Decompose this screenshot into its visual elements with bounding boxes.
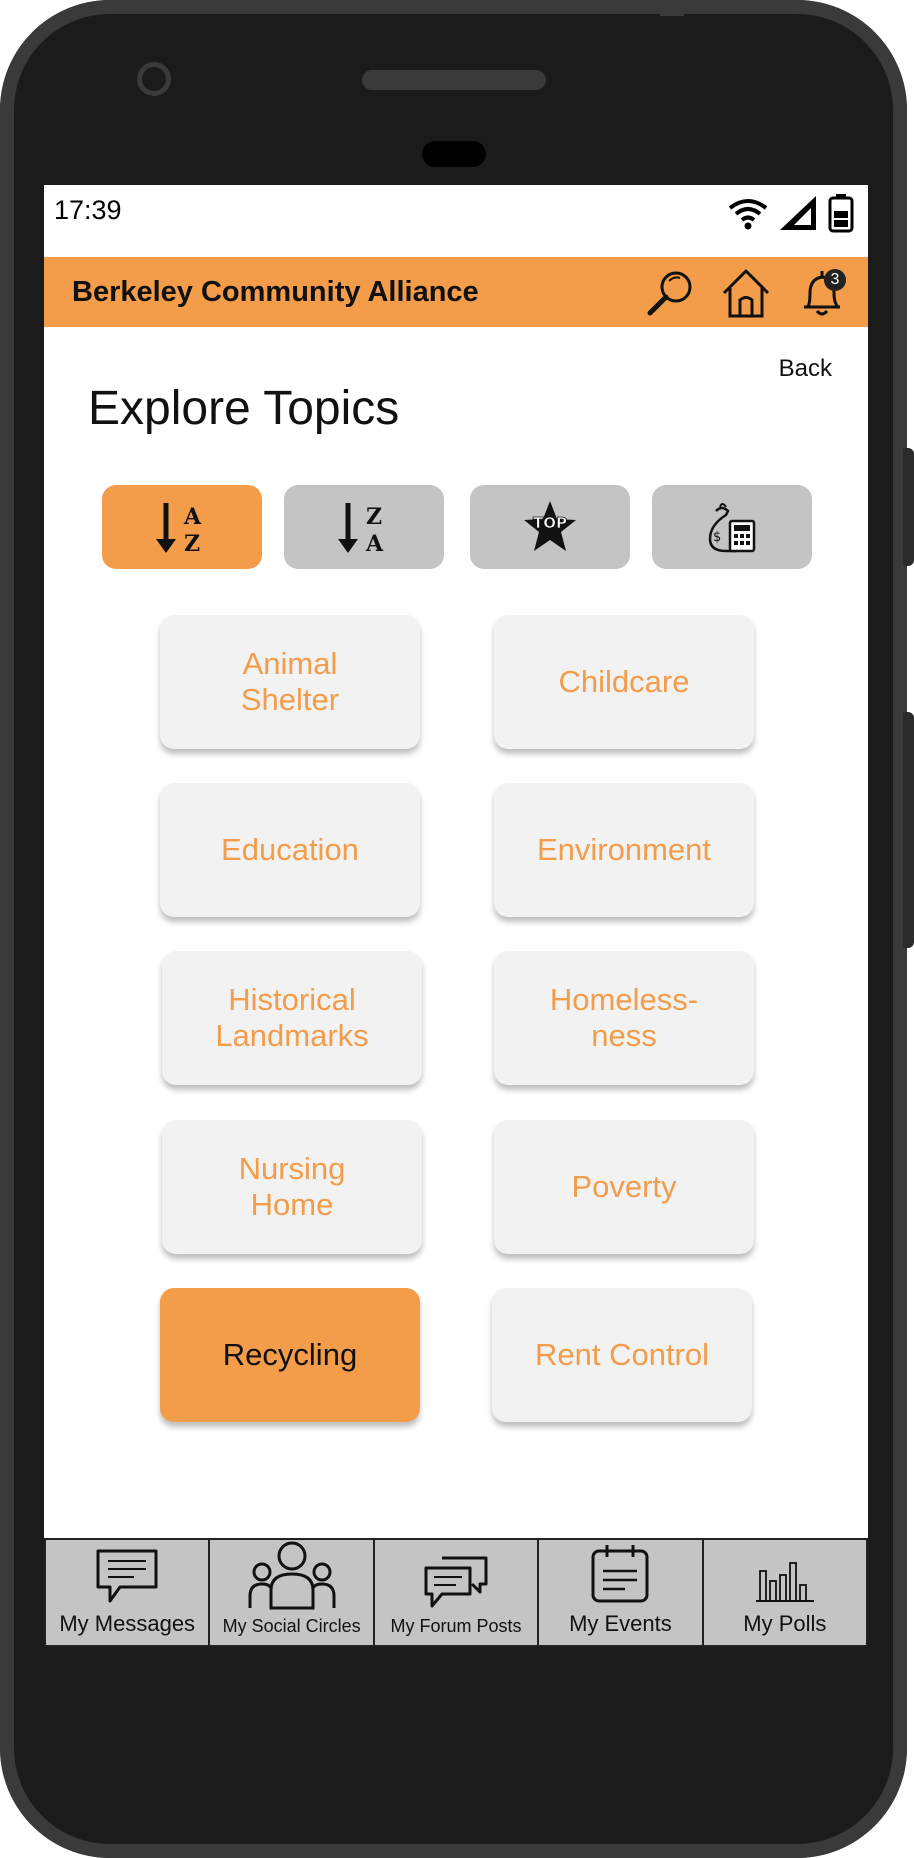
dollar-sign: $: [713, 530, 721, 545]
status-time: 17:39: [54, 195, 122, 225]
top-label: TOP: [533, 514, 567, 532]
front-camera: [137, 62, 171, 96]
topic-label: Animal Shelter: [240, 646, 340, 717]
earpiece-speaker: [362, 70, 546, 90]
topic-environment[interactable]: Environment: [494, 783, 754, 917]
app-header: Berkeley Community Alliance 3: [44, 257, 868, 327]
home-icon: [722, 269, 770, 318]
topic-historical-landmarks[interactable]: Historical Landmarks: [162, 951, 422, 1085]
sort-za-bottom-letter: A: [365, 531, 384, 557]
nav-my-events[interactable]: My Events: [539, 1540, 704, 1645]
status-bar: 17:39: [44, 185, 868, 257]
topic-education[interactable]: Education: [160, 783, 420, 917]
topic-label: Rent Control: [534, 1337, 710, 1372]
topic-homelessness[interactable]: Homeless-ness: [494, 951, 754, 1085]
nav-my-social-circles[interactable]: My Social Circles: [210, 1540, 375, 1645]
poll-icon: [755, 1562, 814, 1602]
nav-label: My Polls: [743, 1611, 827, 1636]
topic-recycling[interactable]: Recycling: [160, 1288, 420, 1422]
topic-label: Childcare: [558, 664, 690, 699]
sort-a-z-button[interactable]: A Z: [102, 485, 262, 569]
nav-label: My Messages: [59, 1611, 196, 1636]
phone-frame: 17:39 Berkeley Community Alliance 3 Back…: [0, 0, 907, 1858]
forum-icon: [424, 1556, 488, 1608]
topic-childcare[interactable]: Childcare: [494, 615, 754, 749]
app-title: Berkeley Community Alliance: [72, 276, 479, 308]
calendar-icon: [591, 1545, 649, 1603]
topic-label: Education: [221, 832, 359, 867]
sort-za-top-letter: Z: [366, 504, 382, 530]
sort-az-bottom-letter: Z: [184, 531, 200, 557]
topic-label: Poverty: [571, 1169, 677, 1204]
sort-toolbar: A Z Z A TOP $: [102, 485, 812, 569]
topic-label: Environment: [536, 832, 712, 867]
nav-my-messages[interactable]: My Messages: [44, 1540, 211, 1645]
home-button[interactable]: [720, 267, 772, 319]
proximity-sensor: [422, 141, 486, 167]
back-link[interactable]: Back: [779, 355, 832, 383]
nav-label: My Forum Posts: [390, 1616, 522, 1636]
sort-top-button[interactable]: TOP: [470, 485, 630, 569]
nav-label: My Events: [569, 1611, 672, 1636]
status-icons: [728, 193, 854, 233]
money-bag-calculator-icon: $: [708, 503, 756, 553]
topic-label: Homeless-ness: [549, 982, 699, 1053]
sort-funding-button[interactable]: $: [652, 485, 812, 569]
topic-label: Recycling: [222, 1337, 358, 1372]
search-icon: [647, 271, 692, 316]
nav-my-polls[interactable]: My Polls: [704, 1540, 868, 1645]
header-actions: 3: [644, 267, 848, 319]
topic-label: Nursing Home: [238, 1151, 346, 1222]
volume-button: [903, 712, 914, 948]
wifi-icon: [728, 199, 768, 230]
top-star-icon: TOP: [524, 501, 576, 551]
power-button: [903, 448, 914, 566]
topic-animal-shelter[interactable]: Animal Shelter: [160, 615, 420, 749]
notifications-button[interactable]: 3: [796, 267, 848, 319]
topic-label: Historical Landmarks: [215, 982, 369, 1053]
topic-nursing-home[interactable]: Nursing Home: [162, 1120, 422, 1254]
sort-alpha-descending-icon: Z A: [338, 503, 384, 557]
nav-label: My Social Circles: [222, 1616, 361, 1636]
people-icon: [248, 1541, 336, 1610]
nav-my-forum-posts[interactable]: My Forum Posts: [375, 1540, 540, 1645]
battery-icon: [828, 194, 854, 233]
sort-alpha-ascending-icon: A Z: [156, 503, 202, 557]
page-title: Explore Topics: [88, 382, 400, 435]
topic-rent-control[interactable]: Rent Control: [492, 1288, 752, 1422]
frame-seam: [660, 0, 684, 16]
message-icon: [96, 1549, 158, 1603]
notification-count-badge: 3: [824, 269, 846, 291]
bottom-navigation: My Messages My Social Circles My Forum P…: [44, 1538, 868, 1647]
search-button[interactable]: [644, 267, 696, 319]
signal-icon: [780, 196, 816, 230]
sort-az-top-letter: A: [183, 504, 202, 530]
sort-z-a-button[interactable]: Z A: [284, 485, 444, 569]
topic-poverty[interactable]: Poverty: [494, 1120, 754, 1254]
screen: 17:39 Berkeley Community Alliance 3 Back…: [44, 185, 868, 1647]
